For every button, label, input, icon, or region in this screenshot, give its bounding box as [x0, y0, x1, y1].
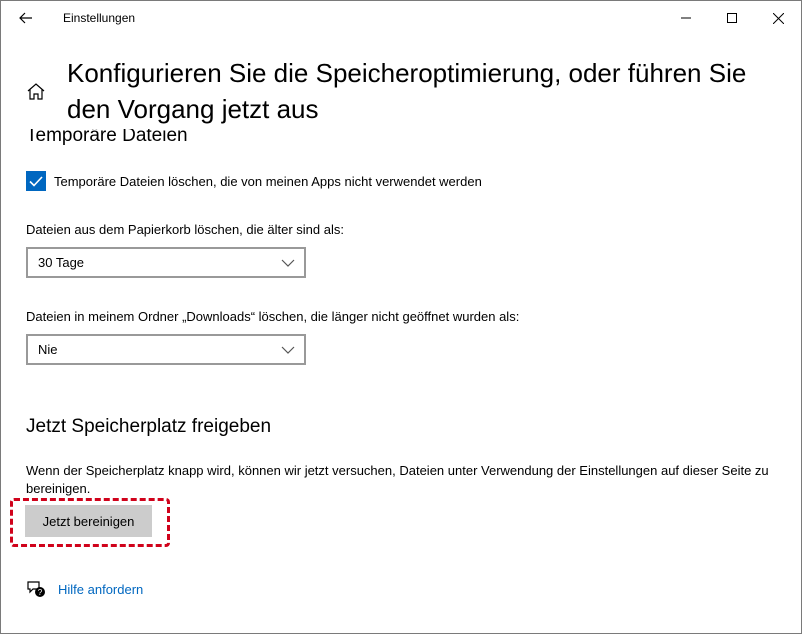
- svg-text:?: ?: [38, 588, 43, 597]
- checkmark-icon: [29, 175, 43, 187]
- recycle-bin-dropdown[interactable]: 30 Tage: [26, 247, 306, 278]
- help-chat-icon: ?: [26, 579, 46, 599]
- chevron-down-icon: [281, 346, 295, 354]
- home-icon: [27, 82, 45, 100]
- downloads-label: Dateien in meinem Ordner „Downloads“ lös…: [26, 309, 520, 324]
- settings-content: Konfigurieren Sie die Speicheroptimierun…: [1, 1, 801, 633]
- temp-files-checkbox-label: Temporäre Dateien löschen, die von meine…: [54, 173, 482, 189]
- home-button[interactable]: [21, 77, 51, 105]
- free-space-section-title: Jetzt Speicherplatz freigeben: [26, 416, 272, 437]
- help-link[interactable]: Hilfe anfordern: [58, 582, 143, 597]
- downloads-dropdown[interactable]: Nie: [26, 334, 306, 365]
- settings-window: Einstellungen Konfigurieren Sie die Spei…: [0, 0, 802, 634]
- help-row[interactable]: ? Hilfe anfordern: [26, 579, 143, 599]
- temp-files-checkbox[interactable]: [26, 171, 46, 191]
- temp-files-checkbox-row[interactable]: Temporäre Dateien löschen, die von meine…: [26, 171, 482, 191]
- cleanup-now-button[interactable]: Jetzt bereinigen: [25, 505, 152, 537]
- recycle-bin-dropdown-value: 30 Tage: [38, 255, 85, 270]
- page-title: Konfigurieren Sie die Speicheroptimierun…: [67, 58, 747, 124]
- chevron-down-icon: [281, 259, 295, 267]
- downloads-dropdown-value: Nie: [38, 342, 58, 357]
- recycle-bin-label: Dateien aus dem Papierkorb löschen, die …: [26, 222, 344, 237]
- free-space-description: Wenn der Speicherplatz knapp wird, könne…: [26, 463, 769, 496]
